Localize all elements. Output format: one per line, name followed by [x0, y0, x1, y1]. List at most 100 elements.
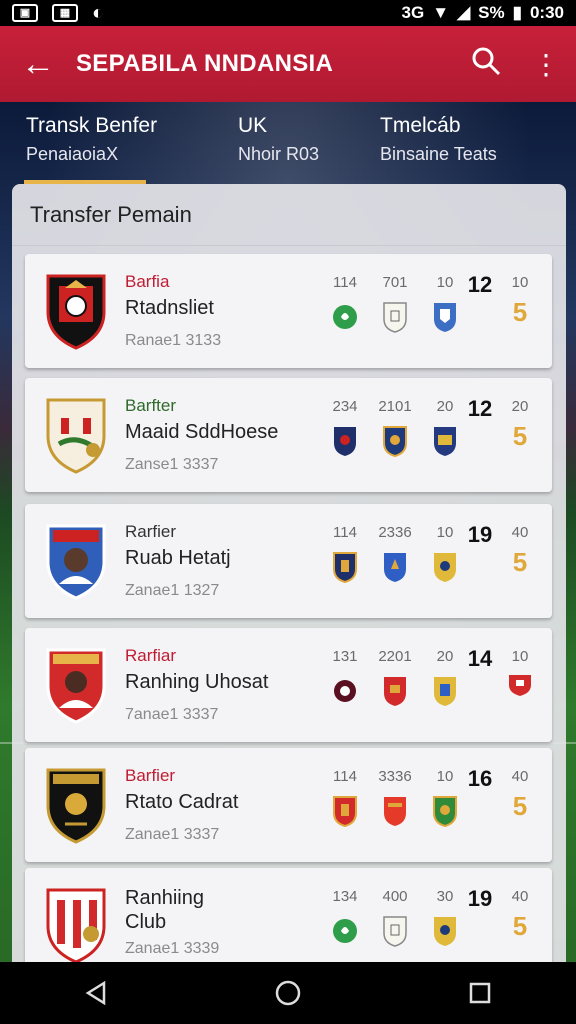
- club-row[interactable]: Ranhiing Club Zanae1 3339 134 400 30 19 …: [25, 868, 552, 964]
- blue-shield-icon: [434, 303, 456, 332]
- coin-value: 5: [512, 911, 528, 941]
- club-subtext: 7anae1 3337: [125, 706, 219, 723]
- stat-2: 2201: [375, 648, 415, 712]
- row-score: 12: [467, 272, 493, 297]
- stat-3: 10: [425, 768, 465, 832]
- coin-value: 5: [512, 791, 528, 821]
- navy-shield-icon: [334, 427, 356, 456]
- tab-title: UK: [238, 114, 268, 137]
- nav-recents-icon[interactable]: [460, 973, 500, 1013]
- stat-last: 40 5: [505, 768, 535, 822]
- club-row[interactable]: Rarfier Ruab Hetatj Zanae1 1327 114 2336…: [25, 504, 552, 618]
- club-name: Ranhiing Club: [125, 887, 204, 933]
- club-row[interactable]: Barfter Maaid SddHoese Zanse1 3337 234 2…: [25, 378, 552, 492]
- stat-3: 20: [425, 398, 465, 462]
- coin-value: 5: [512, 547, 528, 577]
- row-label: Rarfiar: [125, 646, 177, 665]
- red-shield-icon: [384, 677, 406, 706]
- stat-value: 20: [436, 398, 454, 415]
- stat-last: 40 5: [505, 524, 535, 578]
- stat-2: 701: [375, 274, 415, 338]
- more-vert-icon[interactable]: ⋮: [516, 48, 576, 81]
- coin-value: 5: [512, 297, 528, 327]
- club-row[interactable]: Barfia Rtadnsliet Ranae1 3133 114 701 10…: [25, 254, 552, 368]
- tab-bar: Transk Benfer PenaiaoiaX UK Nhoir R03 Tm…: [0, 102, 576, 182]
- green-badge-icon: [333, 305, 357, 329]
- green-shield-icon: [433, 796, 457, 828]
- tab-teams[interactable]: Tmelcáb Binsaine Teats: [354, 102, 576, 182]
- nav-back-icon[interactable]: [76, 973, 116, 1013]
- club-info: Barfia Rtadnsliet Ranae1 3133: [125, 272, 221, 350]
- row-score: 14: [467, 646, 493, 671]
- stat-last: 10: [505, 648, 535, 702]
- search-icon[interactable]: [456, 46, 516, 83]
- club-info: Rarfier Ruab Hetatj Zanae1 1327: [125, 522, 231, 600]
- club-info: Rarfiar Ranhing Uhosat 7anae1 3337: [125, 646, 268, 724]
- club-subtext: Zanae1 3337: [125, 826, 220, 843]
- stat-value: 234: [332, 398, 358, 415]
- stat-value: 20: [436, 648, 454, 665]
- navy-shield-icon: [333, 552, 357, 584]
- clock: 0:30: [529, 3, 564, 22]
- stat-1: 114: [325, 524, 365, 588]
- row-score: 12: [467, 396, 493, 421]
- stat-2: 2101: [375, 398, 415, 462]
- red-crest-icon: [509, 675, 531, 696]
- stat-value: 40: [511, 524, 529, 541]
- stat-1: 234: [325, 398, 365, 462]
- stat-1: 114: [325, 274, 365, 338]
- stat-value: 400: [382, 888, 408, 905]
- club-row[interactable]: Barfier Rtato Cadrat Zanae1 3337 114 333…: [25, 748, 552, 862]
- gold-shield-icon: [434, 553, 456, 582]
- back-arrow-icon[interactable]: ←: [0, 45, 76, 84]
- stat-value: 114: [333, 524, 357, 541]
- stat-value: 40: [511, 888, 529, 905]
- white-shield-icon: [383, 916, 407, 947]
- club-name: Ruab Hetatj: [125, 547, 231, 569]
- row-score: 16: [467, 766, 493, 791]
- club-name: Rtadnsliet: [125, 297, 214, 319]
- club-subtext: Zanae1 1327: [125, 582, 220, 599]
- stat-value: 10: [511, 648, 529, 665]
- red-shield-icon: [333, 796, 357, 828]
- row-score: 19: [467, 886, 493, 911]
- club-crest-icon: [46, 274, 106, 350]
- maroon-badge-icon: [334, 680, 356, 702]
- wifi-icon: ▼: [432, 3, 450, 22]
- tab-uk[interactable]: UK Nhoir R03: [212, 102, 354, 182]
- panel-title: Transfer Pemain: [12, 184, 566, 246]
- row-label: Rarfier: [125, 522, 177, 541]
- stat-last: 40 5: [505, 888, 535, 942]
- stat-1: 114: [325, 768, 365, 832]
- stat-3: 30: [425, 888, 465, 952]
- club-info: Barfter Maaid SddHoese Zanse1 3337: [125, 396, 278, 474]
- system-nav-bar: [0, 962, 576, 1024]
- app-bar: ← SEPABILA NNDANSIA ⋮: [0, 26, 576, 102]
- stat-last: 10 5: [505, 274, 535, 328]
- club-info: Barfier Rtato Cadrat Zanae1 3337: [125, 766, 238, 844]
- stat-value: 10: [436, 768, 454, 785]
- tab-subtitle: Binsaine Teats: [380, 144, 497, 164]
- chart-icon: ▦: [52, 4, 78, 22]
- status-bar: ▣ ▦ ◐ 3G ▼ ◢ S% ▮ 0:30: [0, 0, 576, 26]
- stat-value: 701: [382, 274, 408, 291]
- club-crest-icon: [46, 768, 106, 844]
- stat-value: 10: [436, 524, 454, 541]
- network-type: 3G: [401, 3, 425, 22]
- stat-3: 10: [425, 524, 465, 588]
- club-subtext: Zanae1 3339: [125, 940, 220, 957]
- tab-transfer[interactable]: Transk Benfer PenaiaoiaX: [0, 102, 212, 182]
- stat-last: 20 5: [505, 398, 535, 452]
- nav-home-icon[interactable]: [268, 973, 308, 1013]
- stat-3: 20: [425, 648, 465, 712]
- club-row[interactable]: Rarfiar Ranhing Uhosat 7anae1 3337 131 2…: [25, 628, 552, 742]
- stat-value: 2101: [378, 398, 412, 415]
- row-label: Barfter: [125, 396, 177, 415]
- transfer-panel: Transfer Pemain Barfia Rtadnsliet Ranae1…: [12, 184, 566, 964]
- stat-value: 30: [436, 888, 454, 905]
- row-label: Barfier: [125, 766, 176, 785]
- stat-value: 114: [333, 274, 357, 291]
- signal-icon: ◢: [457, 3, 471, 22]
- stat-2: 2336: [375, 524, 415, 588]
- battery-level: S%: [478, 3, 505, 22]
